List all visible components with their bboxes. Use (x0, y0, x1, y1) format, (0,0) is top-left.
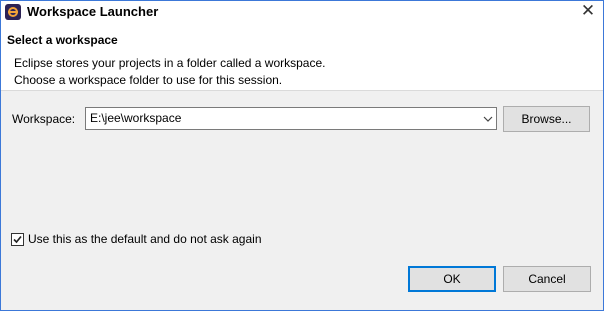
workspace-combo[interactable]: E:\jee\workspace (85, 107, 497, 130)
default-checkbox[interactable] (11, 233, 24, 246)
header-title: Select a workspace (7, 33, 118, 47)
workspace-label: Workspace: (12, 112, 76, 126)
window-title: Workspace Launcher (27, 4, 159, 19)
title-bar: Workspace Launcher ✕ (1, 1, 603, 22)
close-icon[interactable]: ✕ (573, 1, 603, 22)
header-description-line1: Eclipse stores your projects in a folder… (14, 56, 326, 70)
dialog-header: Select a workspace Eclipse stores your p… (1, 22, 603, 91)
cancel-button[interactable]: Cancel (503, 266, 591, 292)
checkmark-icon (13, 235, 22, 244)
dialog-body: Workspace: E:\jee\workspace Browse... Us… (1, 91, 603, 310)
browse-button[interactable]: Browse... (503, 106, 590, 132)
chevron-down-icon[interactable] (480, 108, 496, 129)
ok-button[interactable]: OK (408, 266, 496, 292)
eclipse-icon (5, 4, 21, 20)
workspace-path-value[interactable]: E:\jee\workspace (90, 111, 181, 126)
workspace-launcher-dialog: Workspace Launcher ✕ Select a workspace … (0, 0, 604, 311)
default-checkbox-label[interactable]: Use this as the default and do not ask a… (28, 232, 262, 247)
header-description-line2: Choose a workspace folder to use for thi… (14, 73, 283, 87)
